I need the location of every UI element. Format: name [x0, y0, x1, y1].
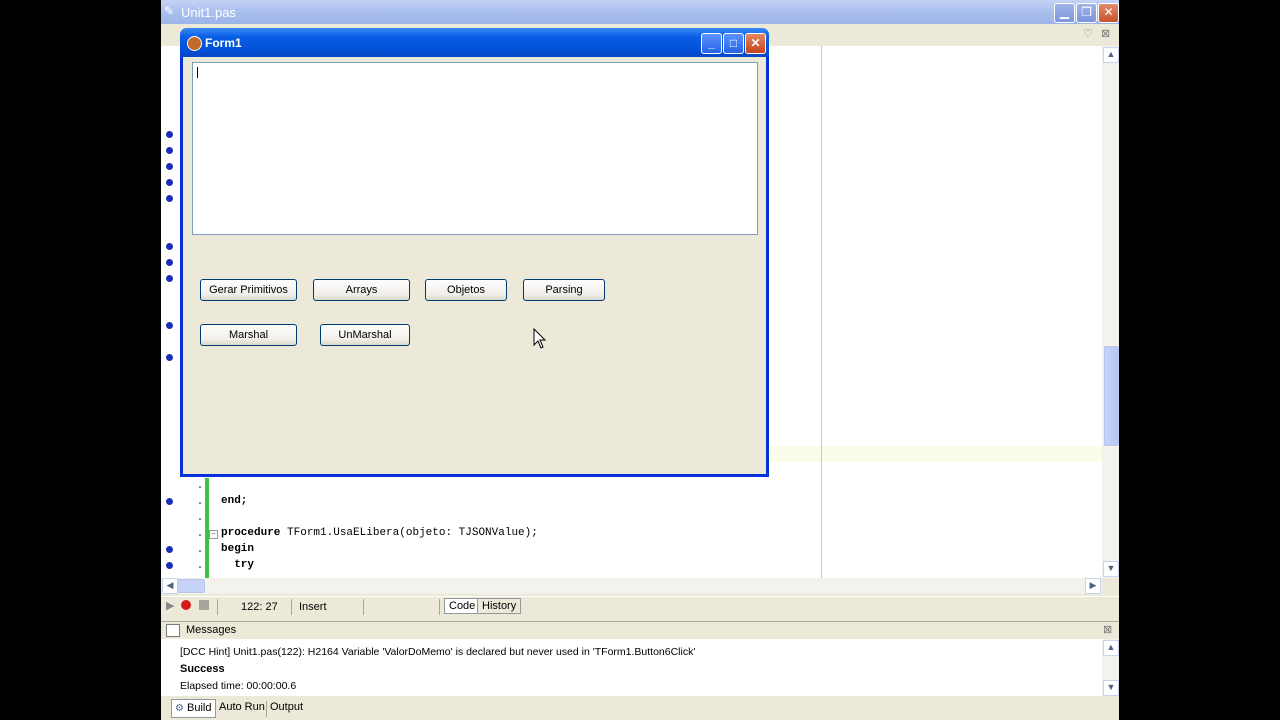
- tab-build[interactable]: ⚙ Build: [171, 699, 216, 718]
- breakpoint-dot: [166, 275, 173, 282]
- form1-close-button[interactable]: ✕: [745, 33, 766, 54]
- code-line: try: [221, 559, 255, 571]
- ide-close-button[interactable]: ✕: [1098, 3, 1119, 23]
- line-marker: [199, 566, 201, 568]
- line-marker: [199, 534, 201, 536]
- fold-toggle-icon[interactable]: −: [209, 530, 218, 539]
- mouse-pointer-icon: [533, 328, 547, 349]
- messages-panel-header: Messages ⊠: [161, 621, 1119, 640]
- scroll-down-icon[interactable]: ▼: [1103, 680, 1119, 696]
- breakpoint-dot: [166, 147, 173, 154]
- horizontal-scroll-thumb[interactable]: [177, 579, 205, 593]
- unmarshal-button[interactable]: UnMarshal: [320, 324, 410, 346]
- code-line-rest: TForm1.UsaELibera(objeto: TJSONValue);: [280, 527, 538, 539]
- line-marker: [199, 486, 201, 488]
- breakpoint-dot: [166, 546, 173, 553]
- scroll-right-icon[interactable]: ▶: [1085, 578, 1101, 594]
- tab-output[interactable]: Output: [267, 699, 306, 716]
- messages-icon: [166, 624, 180, 637]
- current-line-highlight: [768, 446, 1102, 462]
- message-line[interactable]: Success: [180, 663, 225, 675]
- close-tab-icon[interactable]: ⊠: [1101, 27, 1110, 40]
- editor-scroll-thumb[interactable]: [1104, 346, 1119, 446]
- breakpoint-dot: [166, 179, 173, 186]
- code-line: procedure TForm1.UsaELibera(objeto: TJSO…: [221, 527, 538, 539]
- scroll-down-icon[interactable]: ▼: [1103, 561, 1119, 577]
- breakpoint-dot: [166, 354, 173, 361]
- editor-vertical-scrollbar[interactable]: ▲ ▼: [1102, 46, 1119, 578]
- form1-minimize-button[interactable]: _: [701, 33, 722, 54]
- breakpoint-dot: [166, 195, 173, 202]
- modified-lines-bar: [205, 478, 209, 578]
- messages-tabs: ⚙ Build Auto Run Output: [161, 697, 1119, 720]
- breakpoint-dot: [166, 322, 173, 329]
- breakpoint-dot: [166, 259, 173, 266]
- line-marker: [199, 502, 201, 504]
- tab-auto-run[interactable]: Auto Run: [216, 699, 268, 716]
- tab-code[interactable]: Code: [444, 598, 481, 614]
- code-line: begin: [221, 543, 255, 555]
- breakpoint-dot: [166, 498, 173, 505]
- message-line[interactable]: [DCC Hint] Unit1.pas(122): H2164 Variabl…: [180, 646, 695, 658]
- form1-title-bar[interactable]: Form1 _ □ ✕: [180, 28, 769, 57]
- cursor-position: 122: 27: [241, 601, 278, 613]
- breakpoint-dot: [166, 163, 173, 170]
- play-icon[interactable]: ▶: [166, 599, 174, 612]
- ide-title: Unit1.pas: [181, 5, 236, 20]
- editor-status-bar: ▶ 122: 27 Insert Code History: [161, 596, 1119, 617]
- insert-mode: Insert: [299, 601, 327, 613]
- objetos-button[interactable]: Objetos: [425, 279, 507, 301]
- status-separator: [217, 599, 218, 615]
- ide-minimize-button[interactable]: ▁: [1054, 3, 1075, 23]
- status-separator: [363, 599, 364, 615]
- build-icon: ⚙: [175, 703, 184, 714]
- memo-textarea[interactable]: [192, 62, 758, 235]
- close-panel-icon[interactable]: ⊠: [1103, 623, 1112, 636]
- form1-title: Form1: [205, 36, 242, 50]
- ide-restore-button[interactable]: ❐: [1076, 3, 1097, 23]
- editor-horizontal-scrollbar[interactable]: ◀ ▶: [161, 578, 1102, 594]
- marshal-button[interactable]: Marshal: [200, 324, 297, 346]
- message-line[interactable]: Elapsed time: 00:00:00.6: [180, 680, 296, 692]
- text-caret: [197, 67, 198, 78]
- form1-maximize-button[interactable]: □: [723, 33, 744, 54]
- tab-history[interactable]: History: [477, 598, 522, 614]
- app-icon[interactable]: [187, 36, 202, 51]
- tab-build-label: Build: [187, 702, 212, 714]
- form1-client-area: Gerar Primitivos Arrays Objetos Parsing …: [183, 57, 766, 474]
- breakpoint-dot: [166, 562, 173, 569]
- ide-title-bar: ✎ Unit1.pas ▁ ❐ ✕: [161, 0, 1119, 24]
- code-keyword: procedure: [221, 527, 281, 539]
- right-margin-line: [821, 46, 822, 578]
- scroll-up-icon[interactable]: ▲: [1103, 47, 1119, 63]
- status-separator: [291, 599, 292, 615]
- stop-icon[interactable]: [199, 600, 209, 610]
- form1-window: Form1 _ □ ✕ Gerar Primitivos Arrays Obje…: [180, 28, 769, 477]
- scroll-up-icon[interactable]: ▲: [1103, 640, 1119, 656]
- status-separator: [439, 599, 440, 615]
- record-icon[interactable]: [181, 600, 191, 610]
- code-line: end;: [221, 495, 248, 507]
- breakpoint-dot: [166, 243, 173, 250]
- messages-list[interactable]: [DCC Hint] Unit1.pas(122): H2164 Variabl…: [161, 639, 1102, 696]
- messages-title: Messages: [186, 624, 237, 636]
- parsing-button[interactable]: Parsing: [523, 279, 605, 301]
- scroll-left-icon[interactable]: ◀: [162, 578, 178, 594]
- gerar-primitivos-button[interactable]: Gerar Primitivos: [200, 279, 297, 301]
- edit-document-icon: ✎: [164, 4, 175, 18]
- line-marker: [199, 550, 201, 552]
- heart-icon[interactable]: ♡: [1083, 27, 1093, 40]
- line-marker: [199, 518, 201, 520]
- breakpoint-dot: [166, 131, 173, 138]
- messages-scrollbar[interactable]: ▲ ▼: [1102, 639, 1119, 696]
- arrays-button[interactable]: Arrays: [313, 279, 410, 301]
